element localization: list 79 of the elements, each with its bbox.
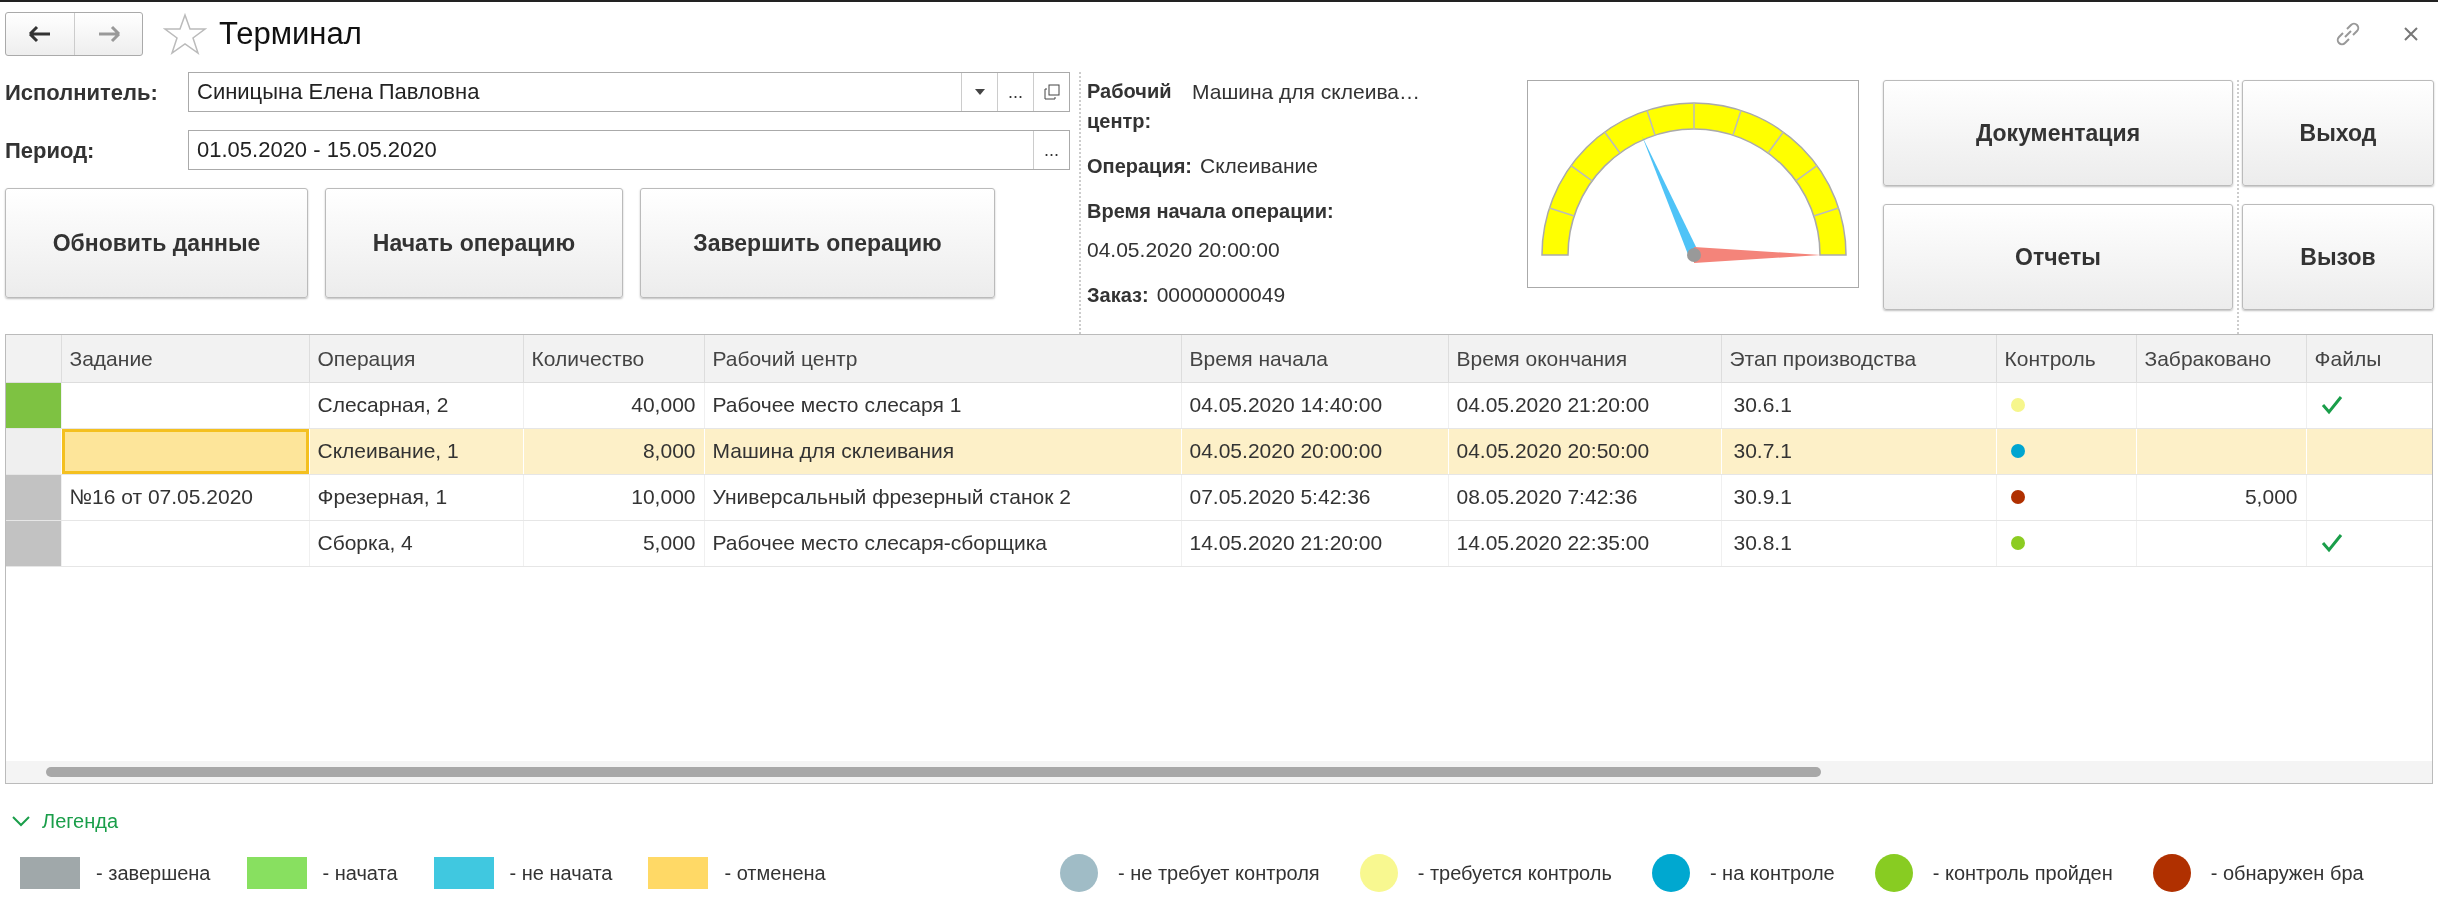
table-cell: Рабочее место слесаря-сборщика (704, 520, 1181, 566)
table-cell: 04.05.2020 20:50:00 (1448, 428, 1721, 474)
info-value: Склеивание (1200, 153, 1318, 179)
legend-label: - завершена (96, 861, 211, 886)
side-button[interactable]: Выход (2242, 80, 2434, 186)
open-icon (1043, 84, 1060, 100)
table-cell: 14.05.2020 21:20:00 (1181, 520, 1448, 566)
table-cell: 14.05.2020 22:35:00 (1448, 520, 1721, 566)
table-cell: 08.05.2020 7:42:36 (1448, 474, 1721, 520)
input-field[interactable]: 01.05.2020 - 15.05.2020 ... (188, 130, 1070, 170)
legend-label: - требуется контроль (1417, 861, 1612, 886)
info-label: Операция: (1087, 154, 1193, 179)
column-header[interactable]: Количество (523, 335, 704, 382)
caret-icon (974, 89, 985, 95)
table-cell: 8,000 (523, 428, 704, 474)
legend-label: - отменена (724, 861, 826, 886)
column-header[interactable]: Этап производства (1721, 335, 1996, 382)
info-label: Рабочий центр: (1087, 79, 1173, 134)
table-row[interactable]: Слесарная, 2 40,000 Рабочее место слесаря 1 04.05.2020 14:40:00 04.05.2020 21:20:00 30.6.1 (6, 382, 2432, 428)
table-cell: 40,000 (523, 382, 704, 428)
column-header[interactable]: Время начала (1181, 335, 1448, 382)
table-cell: Рабочее место слесаря 1 (704, 382, 1181, 428)
table-cell: 30.6.1 (1721, 382, 1996, 428)
side-button[interactable]: Документация (1883, 80, 2233, 186)
table-cell: Универсальный фрезерный станок 2 (704, 474, 1181, 520)
column-header[interactable]: Операция (309, 335, 523, 382)
field-label: Период: (5, 136, 96, 165)
table-cell: 10,000 (523, 474, 704, 520)
info-label: Время начала операции: (1087, 198, 1335, 224)
column-header[interactable]: Рабочий центр (704, 335, 1181, 382)
table-cell: Фрезерная, 1 (309, 474, 523, 520)
info-value: Машина для склеива… (1192, 79, 1420, 105)
table-row[interactable]: №16 от 07.05.2020 Фрезерная, 1 10,000 Универсальный фрезерный станок 2 07.05.2020 5:42:36 08.05.2020 7:42:36 30.9.1 5,000 (6, 474, 2432, 520)
field-label: Исполнитель: (5, 78, 159, 107)
table-cell: 04.05.2020 21:20:00 (1448, 382, 1721, 428)
table-cell: Машина для склеивания (704, 428, 1181, 474)
forward-arrow-icon (96, 25, 121, 43)
table-row[interactable]: Сборка, 4 5,000 Рабочее место слесаря-сборщика 14.05.2020 21:20:00 14.05.2020 22:35:00 30.8.1 (6, 520, 2432, 566)
scrollbar-thumb[interactable] (46, 767, 1821, 777)
horizontal-scrollbar[interactable] (6, 761, 2432, 783)
table-cell: 04.05.2020 14:40:00 (1181, 382, 1448, 428)
link-icon[interactable] (2334, 20, 2362, 48)
table-cell: 30.7.1 (1721, 428, 1996, 474)
table-cell: 30.8.1 (1721, 520, 1996, 566)
column-header[interactable]: Задание (61, 335, 309, 382)
legend-label: - на контроле (1709, 861, 1835, 886)
column-header[interactable]: Время окончания (1448, 335, 1721, 382)
side-button[interactable]: Отчеты (1883, 204, 2233, 310)
legend-label: - контроль пройден (1932, 861, 2113, 886)
table-cell: Склеивание, 1 (309, 428, 523, 474)
table-cell: Слесарная, 2 (309, 382, 523, 428)
action-button[interactable]: Завершить операцию (640, 188, 995, 298)
info-value: 00000000049 (1156, 282, 1286, 308)
table-cell: 30.9.1 (1721, 474, 1996, 520)
table-cell: №16 от 07.05.2020 (61, 474, 309, 520)
info-label: Заказ: (1087, 283, 1149, 308)
action-button[interactable]: Начать операцию (325, 188, 623, 298)
column-header[interactable]: Контроль (1996, 335, 2136, 382)
table-cell: 04.05.2020 20:00:00 (1181, 428, 1448, 474)
action-button[interactable]: Обновить данные (5, 188, 308, 298)
back-arrow-icon (28, 25, 52, 43)
table-cell: 5,000 (2136, 474, 2306, 520)
input-field[interactable]: Синицына Елена Павловна ... (188, 72, 1070, 112)
table-row[interactable]: Склеивание, 1 8,000 Машина для склеивания 04.05.2020 20:00:00 04.05.2020 20:50:00 30.7.1 (6, 428, 2432, 474)
legend-label: - не требует контроля (1118, 861, 1320, 886)
table-cell: Сборка, 4 (309, 520, 523, 566)
table-cell: 5,000 (523, 520, 704, 566)
column-header[interactable]: Забраковано (2136, 335, 2306, 382)
chevron-icon (12, 815, 30, 827)
column-header[interactable]: Файлы (2306, 335, 2432, 382)
window-title: Терминал (219, 14, 362, 53)
close-icon[interactable] (2402, 25, 2420, 43)
legend-label: - начата (322, 861, 398, 886)
legend-label: - не начата (509, 861, 613, 886)
table-cell: 07.05.2020 5:42:36 (1181, 474, 1448, 520)
star-icon[interactable] (163, 13, 207, 55)
legend-label: - обнаружен бра (2210, 861, 2364, 886)
info-value: 04.05.2020 20:00:00 (1087, 236, 1281, 263)
side-button[interactable]: Вызов (2242, 204, 2434, 310)
